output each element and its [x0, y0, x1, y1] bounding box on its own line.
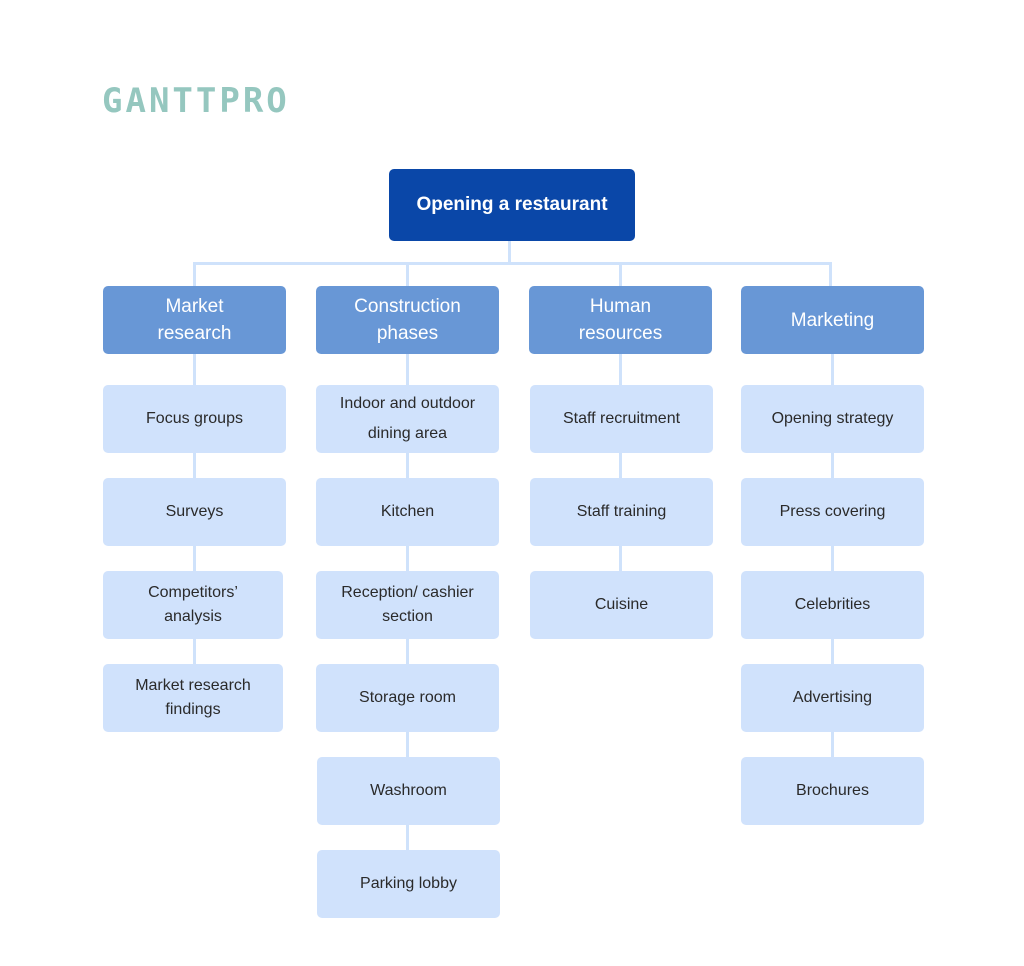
- task-label: Opening strategy: [771, 410, 894, 427]
- task-label: Storage room: [359, 689, 456, 706]
- task-kitchen[interactable]: Kitchen: [316, 478, 499, 546]
- connector-cat-2: [406, 262, 409, 286]
- task-advertising[interactable]: Advertising: [741, 664, 924, 732]
- task-staff-training[interactable]: Staff training: [530, 478, 713, 546]
- task-market-research-findings[interactable]: Market research findings: [103, 664, 283, 732]
- category-market-research[interactable]: Market research: [103, 286, 286, 354]
- task-label: Market research findings: [135, 677, 251, 718]
- task-label: Reception/ cashier section: [341, 584, 474, 625]
- task-label: Brochures: [796, 782, 869, 799]
- category-human-resources[interactable]: Human resources: [529, 286, 712, 354]
- task-parking-lobby[interactable]: Parking lobby: [317, 850, 500, 918]
- task-indoor-outdoor-dining[interactable]: Indoor and outdoor dining area: [316, 385, 499, 453]
- category-label: Market research: [157, 296, 232, 344]
- root-node[interactable]: Opening a restaurant: [389, 169, 635, 241]
- connector-cat-1: [193, 262, 196, 286]
- task-washroom[interactable]: Washroom: [317, 757, 500, 825]
- task-label: Kitchen: [380, 503, 435, 520]
- task-press-covering[interactable]: Press covering: [741, 478, 924, 546]
- category-label: Marketing: [790, 309, 875, 331]
- task-label: Surveys: [165, 503, 224, 520]
- task-celebrities[interactable]: Celebrities: [741, 571, 924, 639]
- task-label: Washroom: [370, 782, 447, 799]
- task-label: Staff recruitment: [562, 410, 681, 427]
- task-label: Advertising: [792, 689, 873, 706]
- task-storage-room[interactable]: Storage room: [316, 664, 499, 732]
- task-label: Celebrities: [794, 596, 871, 613]
- task-label: Parking lobby: [360, 875, 457, 892]
- task-competitors-analysis[interactable]: Competitors’ analysis: [103, 571, 283, 639]
- category-construction-phases[interactable]: Construction phases: [316, 286, 499, 354]
- task-staff-recruitment[interactable]: Staff recruitment: [530, 385, 713, 453]
- category-label: Construction phases: [354, 296, 461, 344]
- ganttpro-logo: GANTTPRO: [102, 81, 290, 121]
- task-opening-strategy[interactable]: Opening strategy: [741, 385, 924, 453]
- category-label: Human resources: [578, 296, 663, 344]
- connector-root-down: [508, 240, 511, 264]
- connector-cat-3: [619, 262, 622, 286]
- task-cuisine[interactable]: Cuisine: [530, 571, 713, 639]
- category-marketing[interactable]: Marketing: [741, 286, 924, 354]
- task-brochures[interactable]: Brochures: [741, 757, 924, 825]
- task-label: Cuisine: [594, 596, 649, 613]
- task-reception-cashier[interactable]: Reception/ cashier section: [316, 571, 499, 639]
- root-label: Opening a restaurant: [416, 194, 608, 215]
- task-label: Indoor and outdoor dining area: [339, 395, 476, 442]
- task-label: Press covering: [779, 503, 886, 520]
- task-label: Competitors’ analysis: [148, 584, 238, 625]
- task-surveys[interactable]: Surveys: [103, 478, 286, 546]
- task-focus-groups[interactable]: Focus groups: [103, 385, 286, 453]
- connector-horizontal: [193, 262, 831, 265]
- task-label: Staff training: [576, 503, 667, 520]
- task-label: Focus groups: [146, 410, 243, 427]
- connector-cat-4: [829, 262, 832, 286]
